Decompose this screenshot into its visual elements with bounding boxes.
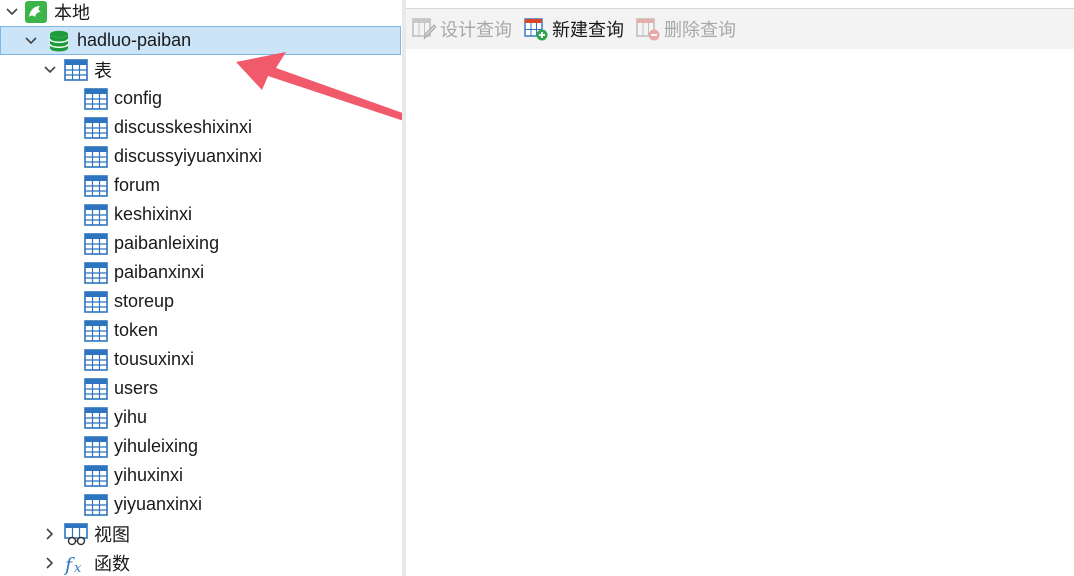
table-name: tousuxinxi bbox=[114, 349, 195, 369]
tree-node-label: 函数 bbox=[94, 553, 130, 574]
content-pane: 设计查询 新建查询 删除查询 bbox=[406, 0, 1074, 576]
table-node[interactable]: yihu bbox=[0, 403, 402, 432]
table-icon bbox=[84, 377, 108, 400]
table-icon bbox=[84, 145, 108, 168]
view-icon bbox=[64, 522, 88, 545]
table-node[interactable]: paibanleixing bbox=[0, 229, 402, 258]
chevron-right-icon[interactable] bbox=[42, 526, 58, 542]
annotation-arrow bbox=[236, 52, 402, 121]
new-query-button[interactable]: 新建查询 bbox=[522, 14, 626, 44]
delete-query-icon bbox=[636, 18, 660, 41]
function-icon: f x bbox=[64, 554, 82, 575]
table-name: yihu bbox=[114, 407, 148, 427]
table-name: config bbox=[114, 88, 163, 108]
table-icon bbox=[84, 174, 108, 197]
table-node[interactable]: users bbox=[0, 374, 402, 403]
tree-node-label: 视图 bbox=[94, 524, 130, 545]
new-query-label: 新建查询 bbox=[552, 20, 624, 40]
table-group-icon bbox=[64, 58, 88, 81]
design-query-label: 设计查询 bbox=[440, 20, 512, 40]
table-node[interactable]: keshixinxi bbox=[0, 200, 402, 229]
table-icon bbox=[84, 493, 108, 516]
table-icon bbox=[84, 203, 108, 226]
chevron-right-icon[interactable] bbox=[42, 555, 58, 571]
chevron-down-icon[interactable] bbox=[23, 33, 39, 49]
database-icon bbox=[49, 30, 69, 51]
table-node[interactable]: forum bbox=[0, 171, 402, 200]
navigation-pane: 本地 hadluo-paiban 表 config discusskeshixin… bbox=[0, 0, 402, 576]
table-node[interactable]: storeup bbox=[0, 287, 402, 316]
table-node[interactable]: yiyuanxinxi bbox=[0, 490, 402, 519]
table-name: token bbox=[114, 320, 159, 340]
chevron-down-icon[interactable] bbox=[4, 4, 20, 20]
table-icon bbox=[84, 406, 108, 429]
table-node[interactable]: paibanxinxi bbox=[0, 258, 402, 287]
tree-node-label: 表 bbox=[94, 60, 112, 81]
tree-node-label: 本地 bbox=[54, 2, 90, 23]
design-query-button[interactable]: 设计查询 bbox=[410, 14, 514, 44]
table-name: forum bbox=[114, 175, 161, 195]
svg-text:x: x bbox=[74, 561, 82, 575]
table-name: paibanxinxi bbox=[114, 262, 205, 282]
table-name: keshixinxi bbox=[114, 204, 193, 224]
table-icon bbox=[84, 232, 108, 255]
table-node[interactable]: tousuxinxi bbox=[0, 345, 402, 374]
new-query-icon bbox=[524, 18, 548, 41]
table-name: storeup bbox=[114, 291, 175, 311]
table-icon bbox=[84, 261, 108, 284]
table-icon bbox=[84, 87, 108, 110]
table-name: yihuxinxi bbox=[114, 465, 184, 485]
table-name: yiyuanxinxi bbox=[114, 494, 203, 514]
navicat-dolphin-icon bbox=[25, 0, 47, 23]
table-icon bbox=[84, 290, 108, 313]
delete-query-button[interactable]: 删除查询 bbox=[634, 14, 738, 44]
table-icon bbox=[84, 319, 108, 342]
tree-node-connection[interactable]: 本地 bbox=[0, 0, 402, 26]
table-node[interactable]: token bbox=[0, 316, 402, 345]
table-name: users bbox=[114, 378, 159, 398]
table-name: yihuleixing bbox=[114, 436, 199, 456]
design-query-icon bbox=[412, 18, 436, 40]
object-toolbar: 设计查询 新建查询 删除查询 bbox=[406, 8, 1074, 49]
delete-query-label: 删除查询 bbox=[664, 20, 736, 40]
table-icon bbox=[84, 464, 108, 487]
table-node[interactable]: yihuxinxi bbox=[0, 461, 402, 490]
table-icon bbox=[84, 116, 108, 139]
table-node[interactable]: yihuleixing bbox=[0, 432, 402, 461]
table-name: paibanleixing bbox=[114, 233, 220, 253]
tree-node-label: hadluo-paiban bbox=[77, 30, 192, 50]
table-icon bbox=[84, 348, 108, 371]
tree-node-views-group[interactable]: 视图 bbox=[0, 519, 402, 548]
tree-node-functions-group[interactable]: f x 函数 bbox=[0, 548, 402, 576]
table-icon bbox=[84, 435, 108, 458]
chevron-down-icon[interactable] bbox=[42, 62, 58, 78]
